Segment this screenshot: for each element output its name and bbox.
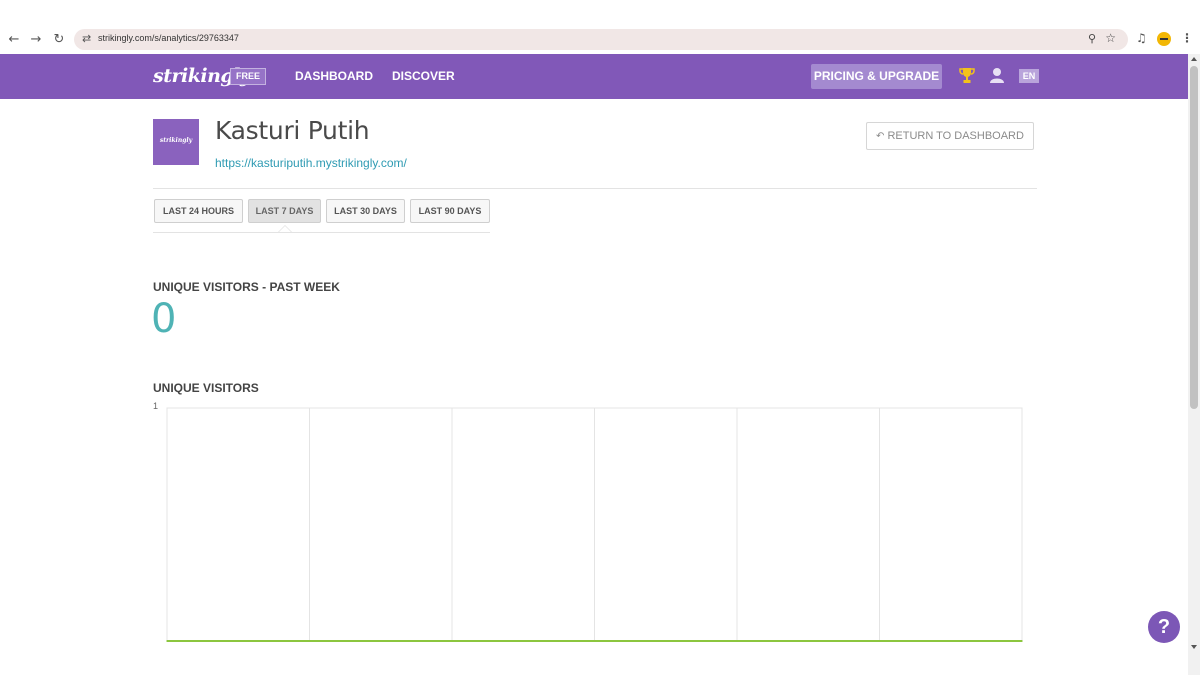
site-title: Kasturi Putih	[215, 116, 370, 145]
browser-toolbar: ← → ↻ ⇄ strikingly.com/s/analytics/29763…	[0, 0, 1200, 54]
bookmark-star-icon[interactable]: ☆	[1105, 31, 1116, 45]
chart-data-point	[593, 640, 596, 642]
scroll-down-icon[interactable]	[1191, 645, 1197, 649]
site-thumbnail[interactable]: strikingly	[153, 119, 199, 165]
unique-visitors-chart: 1	[150, 398, 1030, 648]
chart-data-point	[166, 640, 168, 642]
address-bar[interactable]: ⇄ strikingly.com/s/analytics/29763347 ⚲ …	[74, 29, 1128, 50]
chart-data-point	[308, 640, 311, 642]
media-control-icon[interactable]: ♫	[1136, 31, 1147, 45]
selected-tab-caret	[278, 225, 292, 232]
site-thumbnail-logo: strikingly	[159, 137, 193, 144]
trophy-icon[interactable]	[959, 67, 975, 85]
unique-visitors-week-label: UNIQUE VISITORS - PAST WEEK	[153, 280, 340, 294]
scroll-up-icon[interactable]	[1191, 57, 1197, 61]
page-scrollbar[interactable]	[1188, 54, 1200, 675]
unique-visitors-chart-heading: UNIQUE VISITORS	[153, 381, 259, 395]
divider	[153, 188, 1037, 189]
browser-menu-icon[interactable]: ⋮	[1181, 31, 1193, 45]
reload-icon[interactable]: ↻	[50, 31, 68, 49]
chart-data-point	[1021, 640, 1023, 642]
site-url-link[interactable]: https://kasturiputih.mystrikingly.com/	[215, 156, 407, 170]
plan-badge: FREE	[230, 68, 267, 85]
user-icon[interactable]	[989, 67, 1005, 83]
tab-last-90-days[interactable]: LAST 90 DAYS	[410, 199, 490, 223]
return-to-dashboard-button[interactable]: ↶ RETURN TO DASHBOARD	[866, 122, 1034, 150]
tabs-underline	[153, 232, 490, 233]
return-arrow-icon: ↶	[876, 131, 885, 142]
top-navigation: strikingly FREE DASHBOARD DISCOVER PRICI…	[0, 54, 1188, 99]
scrollbar-thumb[interactable]	[1190, 66, 1198, 409]
pricing-upgrade-button[interactable]: PRICING & UPGRADE	[811, 64, 942, 89]
address-url[interactable]: strikingly.com/s/analytics/29763347	[98, 33, 239, 43]
chart-data-point	[878, 640, 881, 642]
help-button[interactable]: ?	[1148, 611, 1180, 643]
tab-last-30-days[interactable]: LAST 30 DAYS	[326, 199, 405, 223]
tab-last-24-hours[interactable]: LAST 24 HOURS	[154, 199, 243, 223]
nav-dashboard[interactable]: DASHBOARD	[295, 69, 373, 83]
return-label: RETURN TO DASHBOARD	[887, 130, 1024, 142]
extension-icon[interactable]	[1157, 32, 1171, 46]
chart-data-point	[451, 640, 453, 642]
nav-discover[interactable]: DISCOVER	[392, 69, 455, 83]
tab-last-7-days[interactable]: LAST 7 DAYS	[248, 199, 321, 223]
chart-svg: 1	[153, 401, 1023, 642]
language-selector[interactable]: EN	[1019, 69, 1039, 83]
site-info-icon[interactable]: ⇄	[82, 32, 91, 45]
chart-data-point	[736, 640, 738, 642]
unique-visitors-week-value: 0	[151, 296, 177, 342]
back-icon[interactable]: ←	[5, 31, 23, 49]
zoom-icon[interactable]: ⚲	[1088, 32, 1096, 45]
chart-y-tick-label: 1	[153, 401, 158, 411]
forward-icon[interactable]: →	[27, 31, 45, 49]
